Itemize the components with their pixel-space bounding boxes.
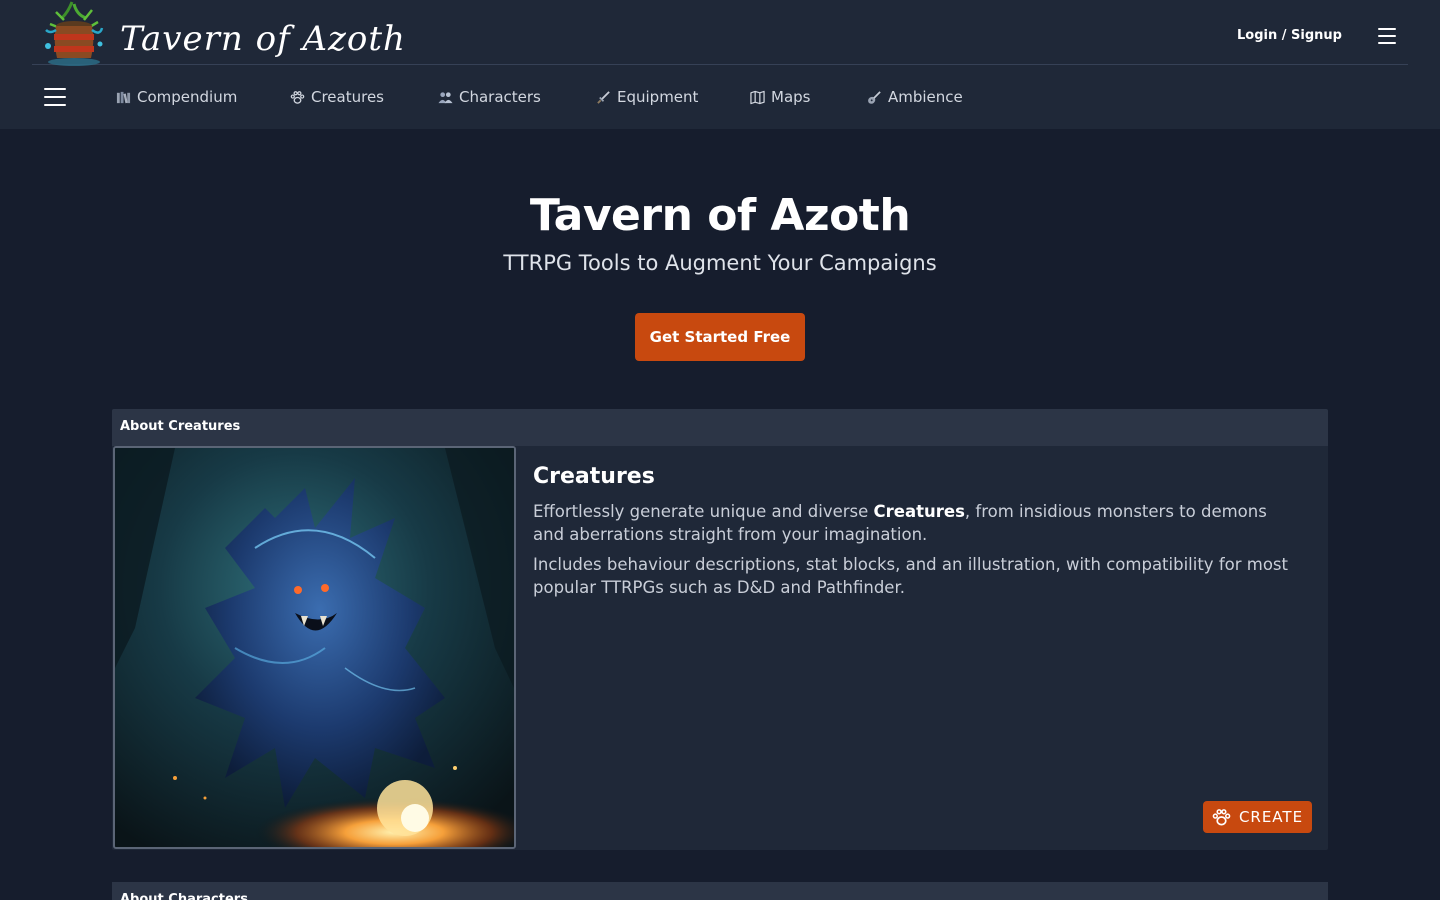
nav-item-equipment[interactable]: Equipment: [596, 87, 698, 107]
brand-title[interactable]: Tavern of Azoth: [120, 14, 406, 64]
section-details: Includes behaviour descriptions, stat bl…: [533, 555, 1288, 597]
card-header-label: About Characters: [120, 892, 248, 900]
nav-item-label: Characters: [459, 88, 541, 106]
nav-item-label: Maps: [771, 88, 811, 106]
people-icon: [438, 91, 453, 103]
create-creature-button[interactable]: CREATE: [1203, 801, 1312, 833]
about-creatures-card: About Creatures Creatures Effortlessly g…: [112, 409, 1328, 850]
description-highlight: Creatures: [873, 502, 965, 521]
brand-bar: Tavern of Azoth Login / Signup: [32, 0, 1408, 68]
section-title: Creatures: [533, 464, 655, 489]
nav-item-maps[interactable]: Maps: [750, 87, 810, 107]
login-signup-link[interactable]: Login / Signup: [1237, 28, 1342, 43]
paw-icon: [290, 90, 305, 104]
nav-item-label: Creatures: [311, 88, 385, 106]
nav-item-compendium[interactable]: Compendium: [116, 87, 237, 107]
get-started-button[interactable]: Get Started Free: [635, 313, 805, 361]
paw-icon: [1212, 808, 1231, 825]
sword-icon: [597, 90, 610, 104]
nav-item-label: Compendium: [137, 88, 238, 106]
main-nav: Compendium Creatures Characters Equipmen…: [0, 65, 1440, 129]
site-header: Tavern of Azoth Login / Signup Compendiu…: [0, 0, 1440, 129]
section-description: Effortlessly generate unique and diverse…: [533, 500, 1293, 546]
lute-icon: [868, 90, 881, 104]
card-header: About Creatures: [112, 409, 1328, 446]
nav-item-characters[interactable]: Characters: [438, 87, 541, 107]
nav-item-ambience[interactable]: Ambience: [867, 87, 963, 107]
tavern-barrel-logo-icon[interactable]: [36, 0, 112, 68]
map-icon: [750, 90, 765, 104]
books-icon: [116, 91, 131, 103]
creature-illustration: [113, 446, 516, 849]
nav-item-label: Equipment: [617, 88, 699, 106]
card-header-label: About Creatures: [120, 419, 241, 434]
hero-title: Tavern of Azoth: [529, 190, 911, 241]
creature-illustration-art: [115, 448, 514, 847]
account-menu-icon[interactable]: [1378, 28, 1396, 44]
nav-item-label: Ambience: [888, 88, 963, 106]
nav-item-creatures[interactable]: Creatures: [290, 87, 384, 107]
sidebar-menu-icon[interactable]: [44, 88, 66, 106]
about-characters-card: About Characters: [112, 882, 1328, 900]
hero-subtitle: TTRPG Tools to Augment Your Campaigns: [503, 251, 937, 275]
create-button-label: CREATE: [1238, 808, 1304, 826]
description-text: Effortlessly generate unique and diverse: [533, 502, 874, 521]
